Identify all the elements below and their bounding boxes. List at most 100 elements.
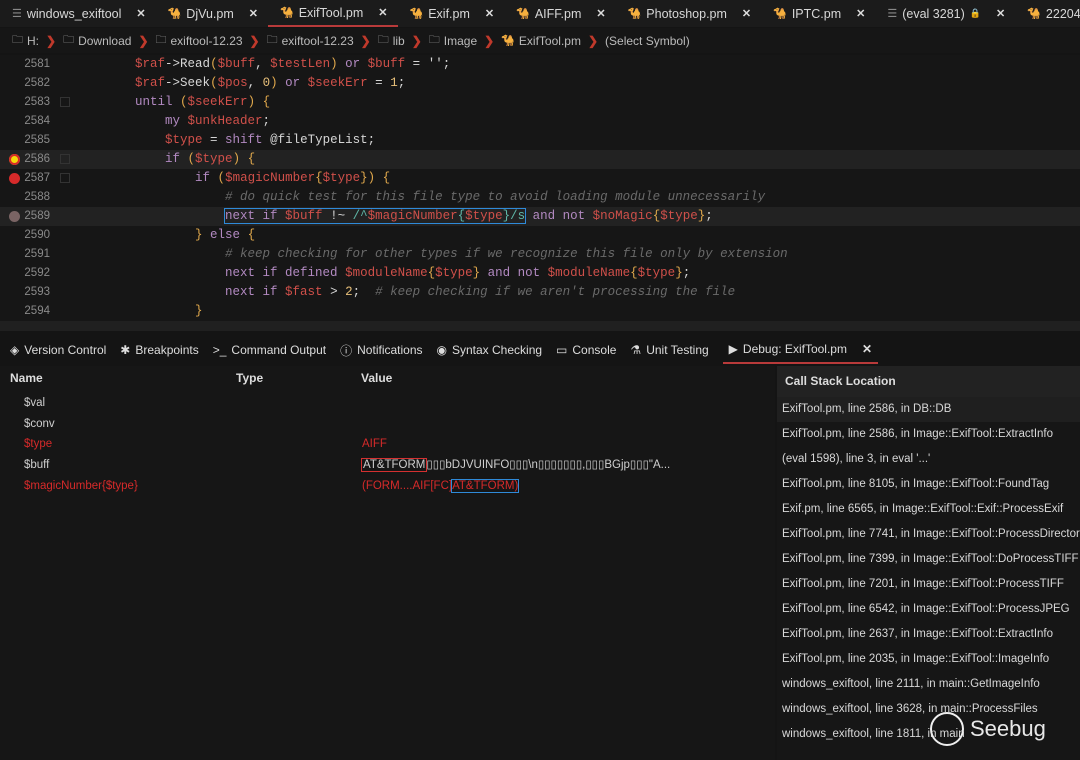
code-line[interactable]: 2591 # keep checking for other types if …	[0, 245, 1080, 264]
tab-iptc-pm[interactable]: 🐪 IPTC.pm ✕	[761, 0, 875, 27]
panel-tab-breakpoints[interactable]: ✱ Breakpoints	[120, 336, 198, 364]
code-token: /^	[352, 209, 368, 223]
variable-row[interactable]: $magicNumber{$type} (FORM....AIF[FC]AT&TF…	[0, 476, 775, 496]
code-editor[interactable]: 2581 $raf->Read($buff, $testLen) or $buf…	[0, 55, 1080, 321]
call-stack-frame[interactable]: ExifTool.pm, line 2637, in Image::ExifTo…	[777, 622, 1080, 647]
code-token: $unkHeader	[187, 114, 263, 128]
panel-tab-notifications[interactable]: ⓘ Notifications	[340, 336, 422, 364]
syntax-icon: ◉	[436, 343, 447, 357]
call-stack-frame[interactable]: ExifTool.pm, line 2586, in DB::DB	[777, 397, 1080, 422]
tab-aiff-pm[interactable]: 🐪 AIFF.pm ✕	[504, 0, 615, 27]
code-line[interactable]: 2587 if ($magicNumber{$type}) {	[0, 169, 1080, 188]
line-number: 2593	[24, 286, 50, 298]
breadcrumb-item[interactable]: exiftool-12.23	[282, 34, 354, 48]
panel-tab-syntax-checking[interactable]: ◉ Syntax Checking	[437, 336, 543, 364]
code-line[interactable]: 2594 }	[0, 302, 1080, 321]
call-stack-frame[interactable]: ExifTool.pm, line 7399, in Image::ExifTo…	[777, 547, 1080, 572]
variable-row[interactable]: $buff AT&TFORM▯▯▯bDJVUINFO▯▯▯\n▯▯▯▯▯▯▯,▯▯…	[0, 455, 775, 475]
close-panel-icon[interactable]: ✕	[862, 342, 872, 356]
close-tab-icon[interactable]: ✕	[856, 7, 865, 20]
panel-tab-version-control[interactable]: ◈ Version Control	[10, 336, 106, 364]
breadcrumb-item[interactable]: lib	[393, 34, 405, 48]
close-tab-icon[interactable]: ✕	[249, 7, 258, 20]
code-token: $seekErr	[307, 76, 368, 90]
code-line[interactable]: 2588 # do quick test for this file type …	[0, 188, 1080, 207]
tab-photoshop-pm[interactable]: 🐪 Photoshop.pm ✕	[616, 0, 762, 27]
code-line[interactable]: 2584 my $unkHeader;	[0, 112, 1080, 131]
code-line[interactable]: 2581 $raf->Read($buff, $testLen) or $buf…	[0, 55, 1080, 74]
variable-row[interactable]: $type AIFF	[0, 434, 775, 454]
close-tab-icon[interactable]: ✕	[596, 7, 605, 20]
close-tab-icon[interactable]: ✕	[742, 7, 751, 20]
panel-tab-command-output[interactable]: >_ Command Output	[213, 336, 326, 364]
fold-toggle[interactable]	[60, 97, 70, 107]
tab-exiftool-pm[interactable]: 🐪 ExifTool.pm ✕	[267, 0, 398, 27]
code-token: $magicNumber	[367, 209, 458, 223]
breadcrumb-item[interactable]: Download	[78, 34, 131, 48]
call-stack-frame[interactable]: Exif.pm, line 6565, in Image::ExifTool::…	[777, 497, 1080, 522]
tab-windows-exiftool[interactable]: ☰ windows_exiftool ✕	[0, 0, 156, 27]
call-stack-frame[interactable]: ExifTool.pm, line 8105, in Image::ExifTo…	[777, 472, 1080, 497]
code-line[interactable]: 2586 if ($type) {	[0, 150, 1080, 169]
call-stack-frame[interactable]: ExifTool.pm, line 2586, in Image::ExifTo…	[777, 422, 1080, 447]
code-token: )	[367, 171, 383, 185]
fold-toggle[interactable]	[60, 154, 70, 164]
code-line[interactable]: 2582 $raf->Seek($pos, 0) or $seekErr = 1…	[0, 74, 1080, 93]
variables-panel: Name Type Value $val $conv $type AIFF $buff A…	[0, 366, 775, 760]
code-line[interactable]: 2589 next if $buff !~ /^$magicNumber{$ty…	[0, 207, 1080, 226]
call-stack-frame[interactable]: ExifTool.pm, line 6542, in Image::ExifTo…	[777, 597, 1080, 622]
variable-row[interactable]: $val	[0, 393, 775, 413]
variable-row[interactable]: $conv	[0, 414, 775, 434]
value-rest: (FORM....AIF[FC]	[362, 479, 453, 492]
column-header-type[interactable]: Type	[236, 371, 263, 385]
panel-tab-debug-exiftool-pm[interactable]: ▶ Debug: ExifTool.pm ✕	[722, 336, 879, 364]
fold-toggle[interactable]	[60, 173, 70, 183]
code-token: ;	[705, 209, 713, 223]
tab--eval-3281-[interactable]: ☰ (eval 3281) 🔒 ✕	[875, 0, 1015, 27]
code-line[interactable]: 2593 next if $fast > 2; # keep checking …	[0, 283, 1080, 302]
breadcrumb-item[interactable]: H:	[27, 34, 39, 48]
tab-22204-pl[interactable]: 🐪22204.pl✕	[1015, 0, 1080, 27]
code-line[interactable]: 2585 $type = shift @fileTypeList;	[0, 131, 1080, 150]
bottom-panel-tabs: ◈ Version Control ✱ Breakpoints >_ Command Ou…	[0, 336, 1080, 364]
close-tab-icon[interactable]: ✕	[485, 7, 494, 20]
variable-value: AT&TFORM▯▯▯bDJVUINFO▯▯▯\n▯▯▯▯▯▯▯,▯▯▯BGjp…	[360, 455, 670, 475]
call-stack-frame[interactable]: windows_exiftool, line 2111, in main::Ge…	[777, 672, 1080, 697]
current-line-breakpoint-icon[interactable]	[9, 154, 20, 165]
panel-tab-unit-testing[interactable]: ⚗ Unit Testing	[630, 336, 708, 364]
tab-label: DjVu.pm	[186, 6, 234, 21]
call-stack-frame[interactable]: ExifTool.pm, line 7201, in Image::ExifTo…	[777, 572, 1080, 597]
camel-icon: 🐪	[167, 8, 182, 20]
code-text: if ($magicNumber{$type}) {	[75, 169, 390, 188]
column-header-name[interactable]: Name	[10, 371, 43, 385]
call-stack-frame[interactable]: (eval 1598), line 3, in eval '...'	[777, 447, 1080, 472]
code-token: ,	[247, 76, 263, 90]
disabled-breakpoint-icon[interactable]	[9, 211, 20, 222]
close-tab-icon[interactable]: ✕	[136, 7, 145, 20]
close-tab-icon[interactable]: ✕	[996, 7, 1005, 20]
code-line[interactable]: 2592 next if defined $moduleName{$type} …	[0, 264, 1080, 283]
call-stack-frame[interactable]: ExifTool.pm, line 2035, in Image::ExifTo…	[777, 647, 1080, 672]
breadcrumb-item[interactable]: ExifTool.pm	[519, 34, 581, 48]
breadcrumb-item[interactable]: exiftool-12.23	[171, 34, 243, 48]
folder-icon: 🗀	[377, 34, 389, 46]
breakpoint-icon[interactable]	[9, 173, 20, 184]
tab-exif-pm[interactable]: 🐪 Exif.pm ✕	[398, 0, 505, 27]
code-token: $moduleName	[547, 266, 631, 280]
code-line[interactable]: 2583 until ($seekErr) {	[0, 93, 1080, 112]
panel-tab-console[interactable]: ▭ Console	[556, 336, 616, 364]
call-stack-frame[interactable]: ExifTool.pm, line 7741, in Image::ExifTo…	[777, 522, 1080, 547]
close-tab-icon[interactable]: ✕	[378, 6, 387, 19]
column-header-value[interactable]: Value	[361, 371, 392, 385]
variable-value: AIFF	[362, 434, 387, 454]
folder-icon: 🗀	[12, 34, 23, 46]
breadcrumb-item[interactable]: Image	[444, 34, 477, 48]
breadcrumb-item[interactable]: (Select Symbol)	[605, 34, 690, 48]
code-token: next if	[225, 285, 286, 299]
horizontal-scrollbar[interactable]	[0, 321, 1080, 331]
code-line[interactable]: 2590 } else {	[0, 226, 1080, 245]
tab-djvu-pm[interactable]: 🐪 DjVu.pm ✕	[156, 0, 268, 27]
